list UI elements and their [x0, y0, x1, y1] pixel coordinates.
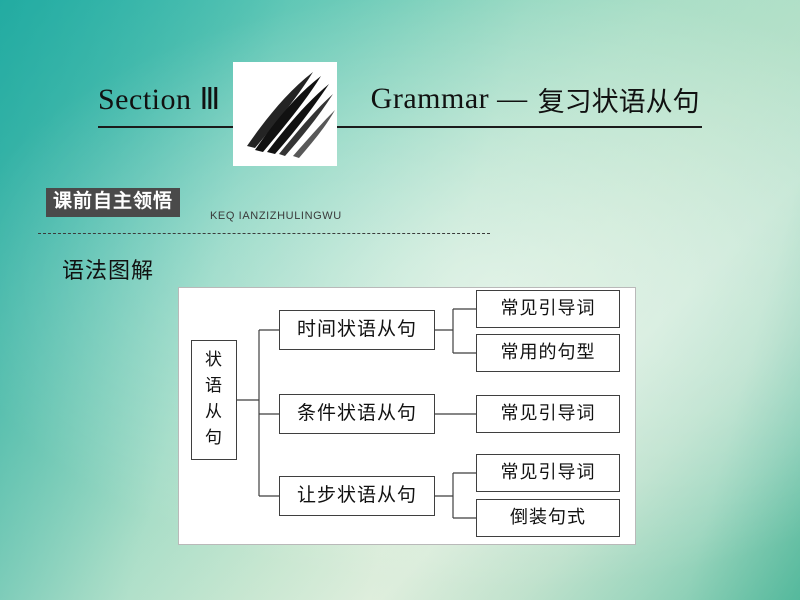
diagram-leaf-condition-conjunctions: 常见引导词 [476, 395, 620, 433]
banner-dashed-rule [38, 233, 490, 234]
diagram-leaf-time-conjunctions: 常见引导词 [476, 290, 620, 328]
section-banner: 课前自主领悟 KEQ IANZIZHULINGWU [38, 184, 490, 234]
diagram-leaf-concession-inversion: 倒装句式 [476, 499, 620, 537]
grammar-diagram: 状 语 从 句 时间状语从句 条件状语从句 让步状语从句 常见引导词 常用的句型… [178, 287, 636, 545]
diagram-branch-time: 时间状语从句 [279, 310, 435, 350]
diagram-leaf-concession-conjunctions: 常见引导词 [476, 454, 620, 492]
diagram-leaf-time-patterns: 常用的句型 [476, 334, 620, 372]
topic-label: 复习状语从句 [537, 86, 700, 118]
brand-logo [233, 62, 337, 166]
root-char-3: 从 [205, 402, 223, 423]
subject-label: Grammar — [370, 82, 528, 115]
root-char-2: 语 [205, 376, 223, 397]
root-char-4: 句 [205, 428, 223, 449]
banner-pinyin-label: KEQ IANZIZHULINGWU [210, 210, 342, 222]
root-char-1: 状 [205, 350, 223, 371]
page-title: 语法图解 [62, 259, 155, 284]
banner-tag-label: 课前自主领悟 [46, 188, 181, 217]
slide-canvas: Section Ⅲ Grammar — 复习状语从句 课前自主领悟 KEQ IA… [0, 0, 800, 600]
diagram-branch-concession: 让步状语从句 [279, 476, 435, 516]
logo-swoosh-icon [247, 72, 335, 158]
diagram-branch-condition: 条件状语从句 [279, 394, 435, 434]
section-number-label: Section Ⅲ [98, 82, 221, 116]
slide-title-row: Section Ⅲ Grammar — 复习状语从句 [98, 72, 700, 126]
diagram-root-node: 状 语 从 句 [191, 340, 237, 460]
title-underline [98, 126, 702, 128]
